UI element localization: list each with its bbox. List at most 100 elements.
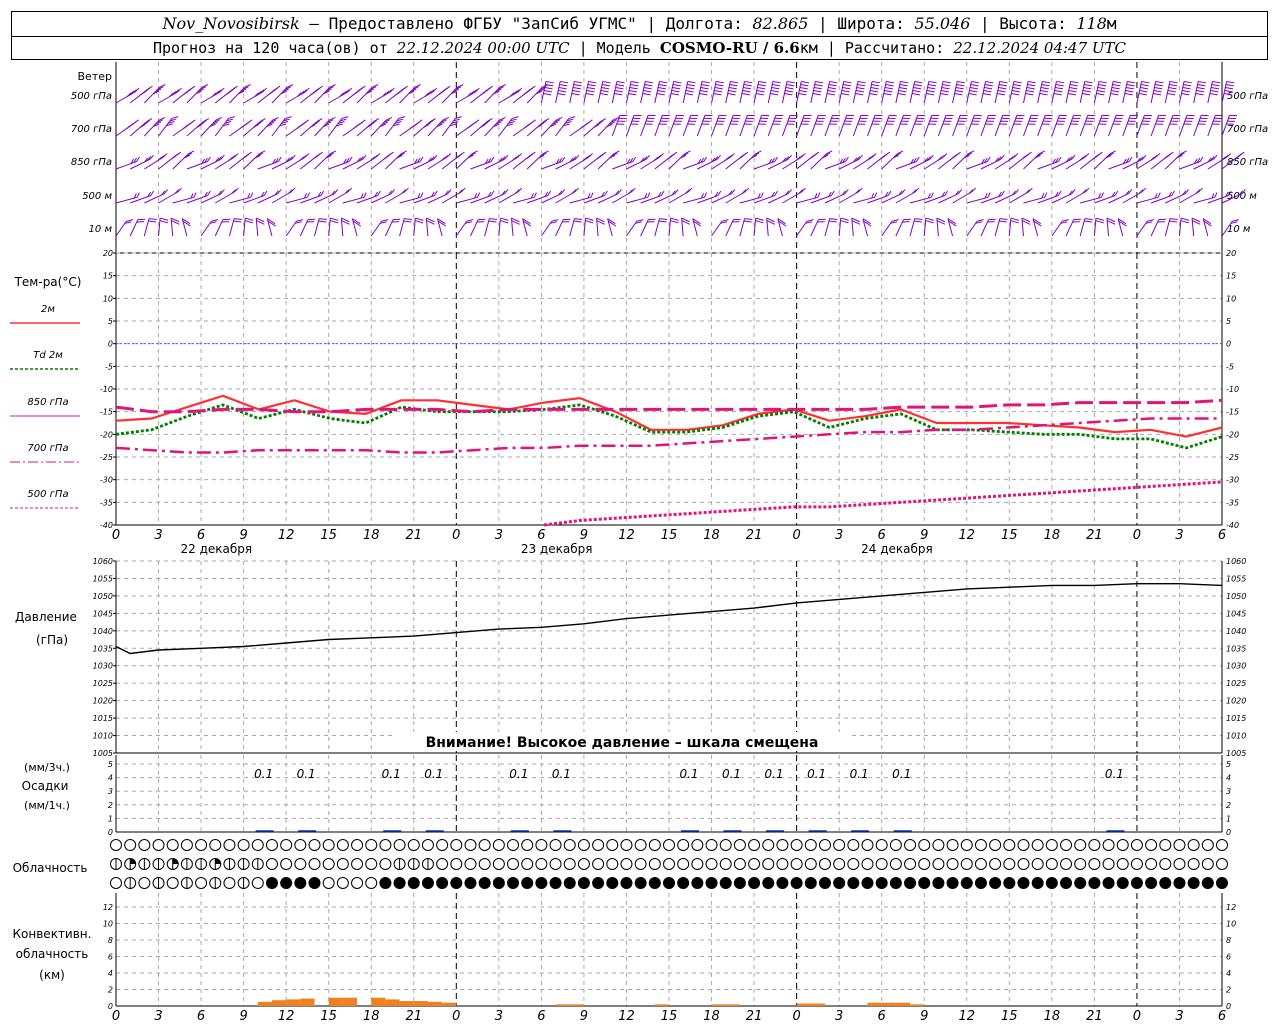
wind-barb-staff: [683, 196, 705, 204]
cloud-symbol-high: [1187, 839, 1200, 851]
cloud-symbol-mid: [280, 858, 293, 870]
pressure-tick-left: 1020: [93, 697, 113, 706]
wind-barb-flag: [1110, 93, 1119, 96]
wind-barb-flag: [1112, 84, 1121, 87]
cloud-symbol-low: [904, 877, 917, 889]
wind-barb-flag: [772, 84, 781, 87]
cloud-symbol-mid: [875, 858, 888, 870]
cloud-symbol-high: [195, 839, 208, 851]
wind-barb-staff: [1108, 81, 1114, 104]
wind-barb-flag: [126, 124, 132, 130]
convective-tick-left: 8: [108, 936, 113, 945]
cloud-symbol-low: [138, 877, 151, 889]
wind-barb: [640, 190, 665, 204]
wind-barb-flag: [1169, 218, 1178, 221]
temp-hour-label: 12: [618, 528, 635, 543]
precip-value-label: 0.1: [297, 767, 316, 781]
cloud-symbol-high: [478, 839, 491, 851]
wind-barb: [1136, 153, 1161, 170]
wind-barb-flag: [572, 87, 581, 90]
cloud-symbol-mid: [478, 858, 491, 870]
wind-barb-flag: [312, 155, 319, 160]
wind-barb-flag: [228, 116, 236, 119]
wind-barb: [541, 116, 563, 137]
convective-bar: [711, 1004, 726, 1006]
wind-barb: [1178, 217, 1190, 237]
cloud-symbol-high: [960, 839, 973, 851]
temp-hour-label: 12: [278, 528, 295, 543]
wind-barb-flag: [900, 80, 909, 84]
pressure-tick-right: 1060: [1226, 557, 1246, 566]
cloud-symbol-high: [1003, 839, 1016, 851]
convective-hour-label: 6: [878, 1009, 886, 1024]
wind-barb-flag: [743, 220, 752, 223]
wind-barb-staff: [612, 191, 632, 204]
wind-barb: [862, 218, 872, 237]
wind-barb-staff: [1037, 81, 1043, 104]
wind-barb: [777, 218, 787, 237]
wind-barb-flag: [928, 84, 937, 87]
temp-hour-label: 12: [958, 528, 975, 543]
wind-barb-flag: [813, 90, 822, 93]
wind-barb-flag: [826, 93, 835, 96]
wind-barb-flag: [1125, 87, 1134, 90]
wind-barb: [229, 84, 251, 104]
wind-barb-flag: [1125, 90, 1134, 93]
wind-barb-staff: [1065, 115, 1075, 137]
wind-barb-staff: [1122, 191, 1143, 204]
convective-tick-left: 4: [108, 969, 113, 978]
wind-barb-flag: [970, 84, 979, 87]
wind-barb-flag: [774, 156, 778, 162]
temp-hour-label: 18: [703, 528, 720, 543]
cloudiness-panel: Облачность: [13, 839, 1228, 889]
wind-barb: [1065, 153, 1090, 170]
cloud-symbol-mid: [918, 858, 931, 870]
cloud-symbol-high: [124, 839, 137, 851]
cloud-symbol-high: [407, 839, 420, 851]
wind-barb: [1202, 218, 1212, 237]
convective-hour-label: 18: [363, 1009, 380, 1024]
temp-tick-right: -40: [1226, 521, 1239, 530]
wind-barb-flag: [1127, 80, 1136, 84]
wind-barb-staff: [980, 81, 987, 104]
convective-bar: [654, 1004, 669, 1006]
wind-barb-flag: [377, 190, 381, 196]
convective-bar: [569, 1004, 584, 1006]
cloud-symbol-mid: [492, 858, 505, 870]
wind-barb-flag: [642, 93, 651, 96]
wind-barb-flag: [1212, 80, 1221, 84]
wind-barb-flag: [971, 80, 980, 84]
wind-barb: [683, 156, 708, 170]
wind-barb: [1207, 80, 1221, 104]
convective-hour-label: 3: [835, 1009, 843, 1024]
wind-barb-flag: [586, 90, 595, 93]
wind-barb: [994, 114, 1011, 137]
wind-barb: [923, 80, 937, 104]
wind-barb-flag: [672, 84, 681, 87]
wind-barb: [328, 187, 353, 204]
wind-barb-flag: [700, 87, 709, 90]
wind-barb: [824, 156, 849, 170]
wind-barb-flag: [643, 87, 652, 90]
wind-barb-flag: [699, 93, 708, 96]
wind-barb: [285, 119, 310, 137]
wind-barb-staff: [1080, 196, 1102, 204]
wind-barb-staff: [456, 196, 478, 204]
wind-barb: [144, 153, 168, 170]
wind-barb-flag: [840, 217, 849, 221]
temp-hour-label: 21: [746, 528, 763, 543]
convective-bar: [442, 1002, 457, 1006]
wind-barb: [200, 87, 225, 104]
wind-barb: [314, 218, 327, 237]
wind-barb-flag: [714, 90, 723, 93]
wind-barb-flag: [320, 190, 325, 196]
wind-barb: [540, 80, 554, 104]
wind-barb-flag: [913, 84, 922, 87]
wind-barb: [158, 187, 182, 204]
wind-barb-flag: [419, 156, 424, 162]
wind-barb-staff: [782, 191, 802, 204]
wind-barb-flag: [310, 91, 316, 96]
wind-barb: [1136, 114, 1152, 137]
cloud-symbol-mid: [1060, 858, 1073, 870]
wind-barb: [596, 217, 605, 237]
